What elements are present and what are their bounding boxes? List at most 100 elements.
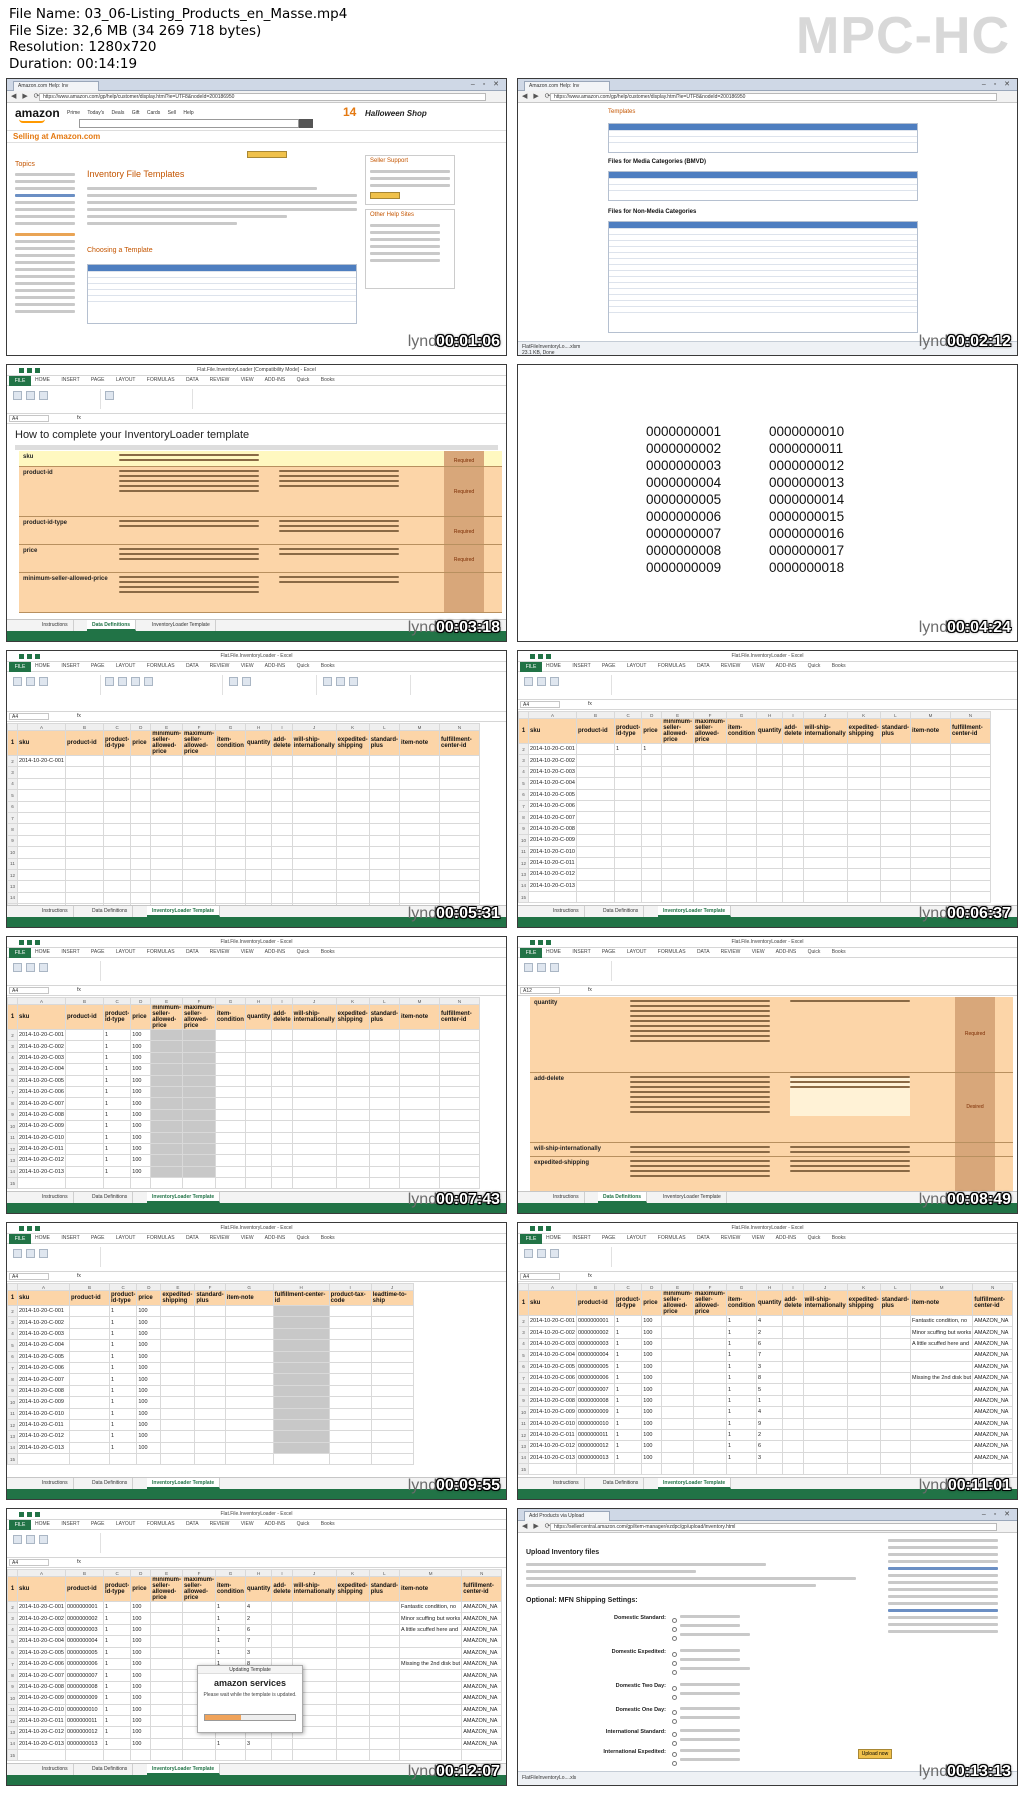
add-ins-icon[interactable] (524, 963, 533, 972)
spreadsheet-grid[interactable]: A B C D E F G H I J K L M N 1 sku product-id product-id-t… (518, 1283, 1014, 1476)
contact-us-button[interactable] (370, 192, 400, 199)
sheet-area[interactable]: How to complete your InventoryLoader tem… (7, 425, 506, 619)
sheet-tab-inventory-loader[interactable]: InventoryLoader Template (658, 1478, 732, 1489)
quick-access-icons[interactable] (522, 939, 562, 945)
sheet-tab-instructions[interactable]: Instructions (548, 1192, 585, 1203)
sheet-area[interactable]: A B C D E F G H I J K L M N 1 sku product-id product-id-t… (518, 1283, 1017, 1477)
url-field[interactable]: https://www.amazon.com/gp/help/customer/… (39, 93, 486, 101)
spreadsheet-grid[interactable]: A B C D E F G H I J 1 sku product-id product-id-type p… (7, 1283, 414, 1466)
sheet-tab-data-definitions[interactable]: Data Definitions (87, 1192, 134, 1203)
align-icon[interactable] (229, 677, 238, 686)
import-icon[interactable] (550, 963, 559, 972)
import-icon[interactable] (550, 1249, 559, 1258)
quick-access-icons[interactable] (11, 367, 51, 373)
upload-icon[interactable] (26, 391, 35, 400)
ribbon-tabs[interactable]: FILE HOME INSERT PAGE LAYOUT FORMULAS DAT… (518, 948, 1017, 958)
add-ins-icon[interactable] (13, 1249, 22, 1258)
url-field[interactable]: https://sellercentral.amazon.com/gp/item… (550, 1523, 997, 1531)
ribbon-tabs[interactable]: FILE HOME INSERT PAGE LAYOUT FORMULAS DAT… (7, 1520, 506, 1530)
sheet-tab-inventory-loader[interactable]: InventoryLoader Template (147, 1192, 221, 1203)
sheet-tab-data-definitions[interactable]: Data Definitions (87, 1764, 134, 1775)
browser-tab[interactable]: Amazon.com Help: Inv (13, 81, 99, 91)
ribbon-tabs[interactable]: FILE HOME INSERT PAGE LAYOUT FORMULAS DAT… (7, 662, 506, 672)
upload-icon[interactable] (537, 1249, 546, 1258)
file-tab[interactable]: FILE (9, 1234, 31, 1244)
sheet-tab-inventory-loader[interactable]: InventoryLoader Template (147, 1764, 221, 1775)
sheet-tab-instructions[interactable]: Instructions (37, 620, 74, 631)
amazon-nav[interactable]: Prime Today's Deals Gift Cards Sell Help (67, 110, 194, 116)
sheet-tab-inventory-loader[interactable]: InventoryLoader Template (147, 906, 221, 917)
add-ins-icon[interactable] (524, 1249, 533, 1258)
import-icon[interactable] (39, 1249, 48, 1258)
file-tab[interactable]: FILE (520, 948, 542, 958)
name-box[interactable]: A4 (9, 1559, 49, 1566)
sheet-tab-data-definitions[interactable]: Data Definitions (87, 1478, 134, 1489)
upload-now-button[interactable]: Upload now (858, 1749, 892, 1759)
download-item[interactable]: FlatFileInventoryLo....xls (522, 1775, 576, 1781)
quick-access-icons[interactable] (11, 1225, 51, 1231)
upload-icon[interactable] (26, 677, 35, 686)
add-ins-icon[interactable] (13, 963, 22, 972)
name-box[interactable]: A4 (9, 987, 49, 994)
import-icon[interactable] (550, 677, 559, 686)
sheet-tab-inventory-loader[interactable]: InventoryLoader Template (658, 1192, 727, 1203)
file-tab[interactable]: FILE (520, 1234, 542, 1244)
name-box[interactable]: A4 (9, 1273, 49, 1280)
sheet-tab-instructions[interactable]: Instructions (37, 1764, 74, 1775)
spreadsheet-grid[interactable]: A B C D E F G H I J K L M N 1 sku product-id product-id-t… (7, 997, 481, 1190)
ribbon-tabs[interactable]: FILE HOME INSERT PAGE LAYOUT FORMULAS DAT… (7, 376, 506, 386)
back-forward-icon[interactable]: ◀ ▶ ⟳ (522, 1522, 553, 1530)
sheet-tab-inventory-loader[interactable]: InventoryLoader Template (147, 1478, 221, 1489)
add-ins-icon[interactable] (13, 1535, 22, 1544)
file-tab[interactable]: FILE (9, 376, 31, 386)
back-forward-icon[interactable]: ◀ ▶ ⟳ (11, 92, 42, 100)
quick-access-icons[interactable] (11, 939, 51, 945)
format-table-icon[interactable] (336, 677, 345, 686)
quick-access-icons[interactable] (522, 1225, 562, 1231)
window-controls-icon[interactable]: – ▫ ✕ (982, 1510, 1013, 1518)
upload-icon[interactable] (26, 1249, 35, 1258)
ribbon-tabs[interactable]: FILE HOME INSERT PAGE LAYOUT FORMULAS DAT… (518, 1234, 1017, 1244)
upload-icon[interactable] (26, 963, 35, 972)
window-controls-icon[interactable]: – ▫ ✕ (982, 80, 1013, 88)
amazon-search-input[interactable] (79, 119, 299, 128)
browser-tab[interactable]: Amazon.com Help: Inv (524, 81, 610, 91)
sheet-tab-instructions[interactable]: Instructions (548, 1478, 585, 1489)
update-template-icon[interactable] (105, 391, 114, 400)
add-ins-icon[interactable] (524, 677, 533, 686)
sheet-area[interactable]: quantity Required add-delete Desired will-… (518, 997, 1017, 1191)
sheet-area[interactable]: A B C D E F G H I J 1 sku product-id product-id-type p… (7, 1283, 506, 1477)
file-tab[interactable]: FILE (9, 1520, 31, 1530)
halloween-banner[interactable]: Halloween Shop (365, 109, 427, 118)
name-box[interactable]: A4 (520, 1273, 560, 1280)
upload-icon[interactable] (26, 1535, 35, 1544)
ribbon-tabs[interactable]: FILE HOME INSERT PAGE LAYOUT FORMULAS DAT… (7, 948, 506, 958)
add-ins-icon[interactable] (13, 391, 22, 400)
sheet-tab-data-definitions[interactable]: Data Definitions (87, 620, 137, 631)
font-icon[interactable] (105, 677, 114, 686)
wrap-icon[interactable] (242, 677, 251, 686)
bold-icon[interactable] (118, 677, 127, 686)
italic-icon[interactable] (131, 677, 140, 686)
sheet-tab-data-definitions[interactable]: Data Definitions (598, 1478, 645, 1489)
sheet-tab-data-definitions[interactable]: Data Definitions (87, 906, 134, 917)
add-ins-icon[interactable] (13, 677, 22, 686)
search-help-button[interactable] (247, 151, 287, 158)
amazon-logo[interactable]: amazon (15, 106, 60, 120)
sheet-tab-instructions[interactable]: Instructions (548, 906, 585, 917)
upload-icon[interactable] (537, 677, 546, 686)
topics-list[interactable] (15, 173, 75, 317)
spreadsheet-grid[interactable]: A B C D E F G H I J K L M N 1 sku product-id product-id-t… (518, 711, 992, 904)
sheet-area[interactable]: A B C D E F G H I J K L M N 1 sku product-id product-id-t… (7, 997, 506, 1191)
border-icon[interactable] (144, 677, 153, 686)
sheet-area[interactable]: A B C D E F G H I J K L M N 1 sku product-id product-id-t… (7, 723, 506, 905)
upload-icon[interactable] (537, 963, 546, 972)
search-go-button[interactable] (299, 119, 313, 128)
file-tab[interactable]: FILE (520, 662, 542, 672)
download-item[interactable]: FlatFileInventoryLo....xlsm 23.1 KB, Done (522, 344, 580, 355)
quick-access-icons[interactable] (11, 653, 51, 659)
sheet-tab-instructions[interactable]: Instructions (37, 1478, 74, 1489)
sheet-tab-data-definitions[interactable]: Data Definitions (598, 1192, 648, 1203)
name-box[interactable]: A4 (9, 713, 49, 720)
browser-tab[interactable]: Add Products via Upload (524, 1511, 610, 1521)
